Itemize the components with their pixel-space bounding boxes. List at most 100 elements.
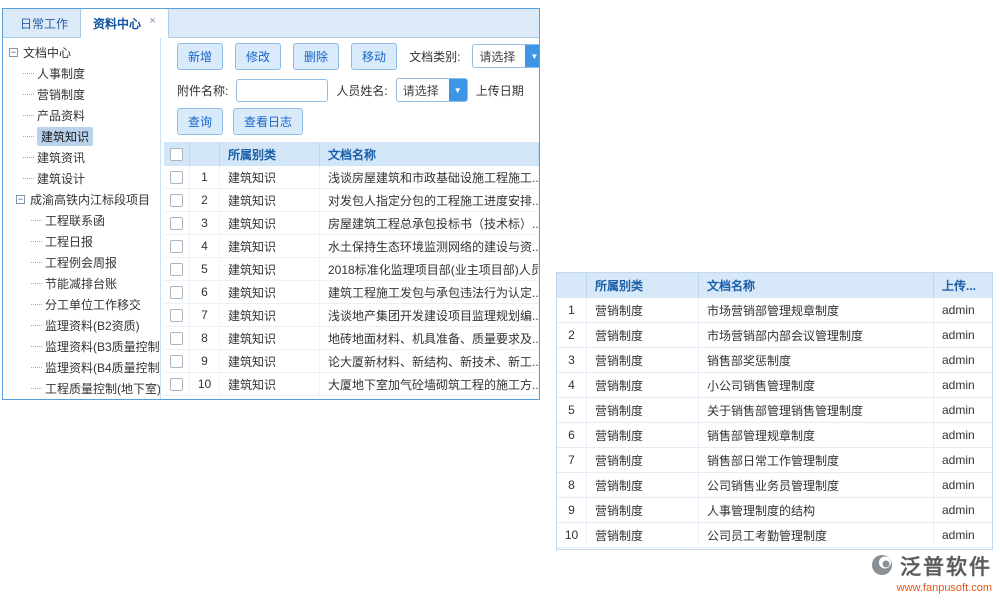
cell-doc-name: 关于销售部管理销售管理制度 bbox=[699, 398, 934, 422]
tree-item[interactable]: 人事制度 bbox=[3, 63, 160, 84]
tree-item[interactable]: 工程联系函 bbox=[3, 210, 160, 231]
header-number bbox=[190, 142, 220, 166]
table-row[interactable]: 9 营销制度 人事管理制度的结构 admin bbox=[557, 498, 992, 523]
tree-item[interactable]: 产品资料 bbox=[3, 105, 160, 126]
row-checkbox[interactable] bbox=[170, 194, 183, 207]
tree-item[interactable]: 节能减排台账 bbox=[3, 273, 160, 294]
cell-category: 营销制度 bbox=[587, 448, 699, 472]
window-body: − 文档中心 人事制度 营销制度 产品资料 建筑知识 建筑资讯 建筑设计 − 成… bbox=[3, 38, 539, 400]
cell-category: 建筑知识 bbox=[220, 166, 320, 188]
select-all-checkbox[interactable] bbox=[170, 148, 183, 161]
row-checkbox[interactable] bbox=[170, 217, 183, 230]
cell-doc-name: 大厦地下室加气砼墙砌筑工程的施工方... bbox=[320, 373, 539, 395]
row-number: 2 bbox=[190, 189, 220, 211]
row-number: 6 bbox=[190, 281, 220, 303]
tree-item[interactable]: 工程质量控制(地下室) bbox=[3, 378, 160, 399]
cell-doc-name: 市场营销部管理规章制度 bbox=[699, 298, 934, 322]
cell-doc-name: 2018标准化监理项目部(业主项目部)人员... bbox=[320, 258, 539, 280]
marketing-documents-table: 所属别类 文档名称 上传... 1 营销制度 市场营销部管理规章制度 admin… bbox=[556, 272, 993, 550]
tree-item-selected[interactable]: 建筑知识 bbox=[3, 126, 160, 147]
tab-daily-work[interactable]: 日常工作 bbox=[8, 9, 80, 37]
row-number: 5 bbox=[190, 258, 220, 280]
close-icon[interactable]: × bbox=[149, 15, 155, 27]
table-row[interactable]: 4 建筑知识 水土保持生态环境监测网络的建设与资... bbox=[164, 235, 539, 258]
row-checkbox[interactable] bbox=[170, 171, 183, 184]
tree-root-document-center[interactable]: − 文档中心 bbox=[3, 42, 160, 63]
query-button[interactable]: 查询 bbox=[177, 108, 223, 135]
tree-item-label: 监理资料(B3质量控制) bbox=[45, 338, 161, 355]
table-row[interactable]: 5 营销制度 关于销售部管理销售管理制度 admin bbox=[557, 398, 992, 423]
tree-item[interactable]: 工程日报 bbox=[3, 231, 160, 252]
row-number: 1 bbox=[557, 298, 587, 322]
move-button[interactable]: 移动 bbox=[351, 43, 397, 70]
tree-item[interactable]: 监理资料(B4质量控制) bbox=[3, 357, 160, 378]
cell-category: 建筑知识 bbox=[220, 304, 320, 326]
toolbar: 新增 修改 删除 移动 文档类别: 请选择 ▼ 文档 bbox=[161, 38, 539, 74]
cell-doc-name: 论大厦新材料、新结构、新技术、新工... bbox=[320, 350, 539, 372]
row-checkbox[interactable] bbox=[170, 309, 183, 322]
table-row[interactable]: 3 营销制度 销售部奖惩制度 admin bbox=[557, 348, 992, 373]
row-checkbox[interactable] bbox=[170, 286, 183, 299]
cell-category: 营销制度 bbox=[587, 423, 699, 447]
table-row[interactable]: 7 营销制度 销售部日常工作管理制度 admin bbox=[557, 448, 992, 473]
tree-connector bbox=[23, 115, 34, 116]
cell-doc-name: 公司销售业务员管理制度 bbox=[699, 473, 934, 497]
cell-doc-name: 销售部日常工作管理制度 bbox=[699, 448, 934, 472]
table-row[interactable]: 10 建筑知识 大厦地下室加气砼墙砌筑工程的施工方... bbox=[164, 373, 539, 396]
table-row[interactable]: 8 建筑知识 地砖地面材料、机具准备、质量要求及... bbox=[164, 327, 539, 350]
row-checkbox[interactable] bbox=[170, 355, 183, 368]
tree-node-project[interactable]: − 成渝高铁内江标段项目 bbox=[3, 189, 160, 210]
person-name-label: 人员姓名: bbox=[336, 82, 387, 99]
tree-item[interactable]: 建筑设计 bbox=[3, 168, 160, 189]
tree-item[interactable]: 营销制度 bbox=[3, 84, 160, 105]
tab-data-center[interactable]: 资料中心 × bbox=[80, 8, 169, 38]
row-checkbox[interactable] bbox=[170, 263, 183, 276]
tree-item[interactable]: 建筑资讯 bbox=[3, 147, 160, 168]
tree-item[interactable]: 分工单位工作移交 bbox=[3, 294, 160, 315]
table-row[interactable]: 8 营销制度 公司销售业务员管理制度 admin bbox=[557, 473, 992, 498]
tree-connector bbox=[31, 283, 42, 284]
add-button[interactable]: 新增 bbox=[177, 43, 223, 70]
tree-item[interactable]: 工程例会周报 bbox=[3, 252, 160, 273]
tree-connector bbox=[23, 73, 34, 74]
cell-category: 营销制度 bbox=[587, 298, 699, 322]
cell-uploader: admin bbox=[934, 298, 992, 322]
row-checkbox[interactable] bbox=[170, 378, 183, 391]
cell-category: 建筑知识 bbox=[220, 235, 320, 257]
table-row[interactable]: 7 建筑知识 浅谈地产集团开发建设项目监理规划编... bbox=[164, 304, 539, 327]
cell-uploader: admin bbox=[934, 473, 992, 497]
collapse-icon[interactable]: − bbox=[16, 195, 25, 204]
table-row[interactable]: 5 建筑知识 2018标准化监理项目部(业主项目部)人员... bbox=[164, 258, 539, 281]
tree-item-label: 监理资料(B2资质) bbox=[45, 317, 140, 334]
table-row[interactable]: 2 建筑知识 对发包人指定分包的工程施工进度安排... bbox=[164, 189, 539, 212]
table-row[interactable]: 6 建筑知识 建筑工程施工发包与承包违法行为认定... bbox=[164, 281, 539, 304]
cell-category: 建筑知识 bbox=[220, 327, 320, 349]
table-row[interactable]: 1 营销制度 市场营销部管理规章制度 admin bbox=[557, 298, 992, 323]
cell-doc-name: 房屋建筑工程总承包投标书（技术标）... bbox=[320, 212, 539, 234]
table-row[interactable]: 10 营销制度 公司员工考勤管理制度 admin bbox=[557, 523, 992, 548]
attachment-name-input[interactable] bbox=[236, 79, 328, 102]
table-row[interactable]: 4 营销制度 小公司销售管理制度 admin bbox=[557, 373, 992, 398]
table-row[interactable]: 2 营销制度 市场营销部内部会议管理制度 admin bbox=[557, 323, 992, 348]
tree-item[interactable]: 监理资料(B3质量控制) bbox=[3, 336, 160, 357]
tree-item[interactable]: 监理资料(B2资质) bbox=[3, 315, 160, 336]
table-row[interactable]: 6 营销制度 销售部管理规章制度 admin bbox=[557, 423, 992, 448]
content-area: 新增 修改 删除 移动 文档类别: 请选择 ▼ 文档 附件名称: 人员姓名: bbox=[161, 38, 539, 400]
cell-category: 营销制度 bbox=[587, 398, 699, 422]
table-row[interactable]: 9 建筑知识 论大厦新材料、新结构、新技术、新工... bbox=[164, 350, 539, 373]
view-log-button[interactable]: 查看日志 bbox=[233, 108, 303, 135]
doc-type-select[interactable]: 请选择 ▼ bbox=[472, 44, 539, 68]
cell-category: 营销制度 bbox=[587, 373, 699, 397]
edit-button[interactable]: 修改 bbox=[235, 43, 281, 70]
table-row[interactable]: 3 建筑知识 房屋建筑工程总承包投标书（技术标）... bbox=[164, 212, 539, 235]
tree-item-label: 工程例会周报 bbox=[45, 254, 117, 271]
tree-item-label: 工程联系函 bbox=[45, 212, 105, 229]
table-row[interactable]: 1 建筑知识 浅谈房屋建筑和市政基础设施工程施工... bbox=[164, 166, 539, 189]
person-name-select[interactable]: 请选择 ▼ bbox=[396, 78, 468, 102]
cell-doc-name: 地砖地面材料、机具准备、质量要求及... bbox=[320, 327, 539, 349]
collapse-icon[interactable]: − bbox=[9, 48, 18, 57]
row-checkbox[interactable] bbox=[170, 332, 183, 345]
delete-button[interactable]: 删除 bbox=[293, 43, 339, 70]
cell-category: 营销制度 bbox=[587, 348, 699, 372]
row-checkbox[interactable] bbox=[170, 240, 183, 253]
